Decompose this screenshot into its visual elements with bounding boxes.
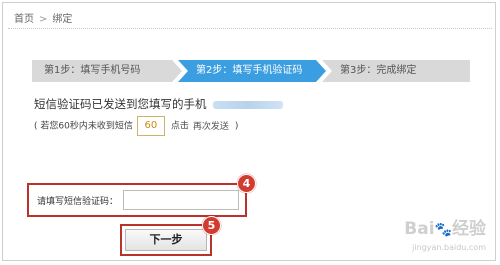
watermark-url: jingyan.baidu.com	[412, 243, 486, 252]
next-button-highlight: 下一步	[120, 224, 212, 256]
step-badge-5: 5	[202, 216, 221, 235]
watermark-logo: Bai🐾经验	[404, 219, 486, 239]
baidu-watermark: Bai🐾经验 jingyan.baidu.com	[404, 220, 486, 257]
step-1: 第1步：填写手机号码	[32, 60, 182, 82]
step-progress: 第1步：填写手机号码 第3步：完成绑定 第2步：填写手机验证码	[32, 60, 470, 82]
verification-code-label: 请填写短信验证码：	[37, 197, 119, 207]
breadcrumb-current: 绑定	[52, 14, 73, 25]
step-3: 第3步：完成绑定	[322, 60, 470, 82]
breadcrumb-separator: >	[39, 14, 48, 25]
resend-suffix: )	[234, 121, 239, 132]
step-badge-4: 4	[237, 174, 256, 193]
breadcrumb: 首页 > 绑定	[14, 10, 72, 25]
resend-hint: ( 若您60秒内未收到短信 60 点击 再次发送)	[34, 116, 238, 136]
breadcrumb-home-link[interactable]: 首页	[14, 14, 34, 25]
sms-sent-message: 短信验证码已发送到您填写的手机	[34, 96, 283, 112]
verification-code-input[interactable]	[123, 190, 239, 210]
resend-click-text: 点击	[170, 121, 189, 132]
resend-prefix: ( 若您60秒内未收到短信	[34, 121, 133, 132]
verification-code-field-group: 请填写短信验证码：	[27, 183, 247, 217]
countdown-timer: 60	[136, 116, 165, 136]
step-2-active: 第2步：填写手机验证码	[178, 60, 326, 82]
resend-link[interactable]: 再次发送	[193, 122, 229, 132]
next-step-button[interactable]: 下一步	[125, 229, 207, 251]
header-divider	[8, 28, 492, 29]
sms-sent-text: 短信验证码已发送到您填写的手机	[34, 97, 207, 111]
masked-phone-number	[212, 100, 283, 109]
